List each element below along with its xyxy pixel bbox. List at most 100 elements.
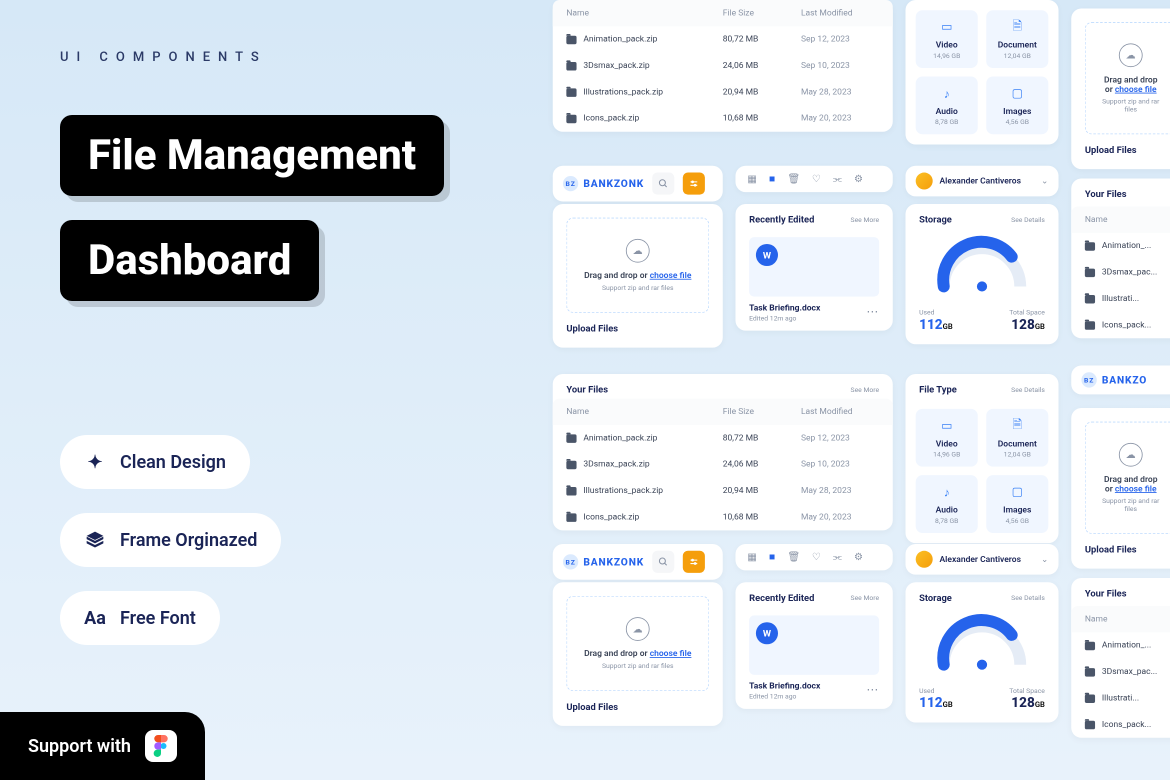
- total-label: Total Space: [1009, 309, 1045, 317]
- file-type-tile[interactable]: ▢Images4,56 GB: [986, 475, 1048, 533]
- choose-file-link[interactable]: choose file: [1115, 85, 1157, 94]
- table-row[interactable]: 3Dsmax_pac...: [1071, 659, 1170, 685]
- storage-gauge: [906, 607, 1059, 680]
- more-icon[interactable]: ⋯: [866, 305, 879, 319]
- share-icon[interactable]: ⫘: [833, 173, 842, 186]
- grid-icon[interactable]: ▦: [747, 551, 757, 564]
- table-row[interactable]: 3Dsmax_pack.zip24,06 MBSep 10, 2023: [553, 451, 893, 477]
- dropzone-text: Drag and drop or choose file: [1099, 76, 1162, 95]
- file-type-tile[interactable]: ▭Video14,96 GB: [916, 409, 978, 467]
- total-value: 128: [1011, 694, 1035, 710]
- dropzone-hint: Support zip and rar files: [1099, 497, 1162, 512]
- dropzone[interactable]: ☁ Drag and drop or choose file Support z…: [1085, 22, 1170, 134]
- file-type-tile[interactable]: ♪Audio8,78 GB: [916, 475, 978, 533]
- table-row[interactable]: Icons_pack.zip10,68 MBMay 20, 2023: [553, 105, 893, 131]
- support-badge: Support with: [0, 712, 205, 780]
- trash-icon[interactable]: 🗑: [787, 551, 800, 564]
- dropzone[interactable]: ☁ Drag and drop or choose file Support z…: [566, 596, 709, 691]
- folder-icon: [566, 114, 576, 123]
- table-row[interactable]: Icons_pack.zip10,68 MBMay 20, 2023: [553, 504, 893, 530]
- table-row[interactable]: 3Dsmax_pack.zip24,06 MBSep 10, 2023: [553, 53, 893, 79]
- choose-file-link[interactable]: choose file: [1115, 485, 1157, 494]
- see-details-link[interactable]: See Details: [1011, 386, 1045, 394]
- heart-icon[interactable]: ♡: [812, 551, 821, 564]
- folder-icon: [1085, 268, 1095, 277]
- title-line-2: Dashboard: [60, 220, 319, 301]
- table-row[interactable]: Animation_...: [1071, 233, 1170, 259]
- logo[interactable]: BZBANKZONK: [563, 176, 644, 191]
- folder-icon: [1085, 720, 1095, 729]
- card-title: Your Files: [1071, 179, 1170, 200]
- table-header: Name: [1071, 606, 1170, 632]
- dropzone[interactable]: ☁ Drag and drop or choose file Support z…: [566, 218, 709, 313]
- table-header: NameFile SizeLast Modified: [553, 0, 893, 26]
- tile-icon: 🗎: [1009, 417, 1026, 434]
- filter-button[interactable]: [683, 173, 705, 195]
- card-title: Your Files: [566, 384, 608, 395]
- see-more-link[interactable]: See More: [851, 594, 880, 602]
- tile-size: 14,96 GB: [924, 451, 969, 459]
- table-row[interactable]: Illustrati...: [1071, 286, 1170, 312]
- see-more-link[interactable]: See More: [851, 386, 880, 394]
- folder-icon: [1085, 321, 1095, 330]
- file-type-tile[interactable]: 🗎Document12,04 GB: [986, 10, 1048, 68]
- dropzone[interactable]: ☁ Drag and drop or choose file Support z…: [1085, 422, 1170, 534]
- folder-tool-icon[interactable]: ■: [769, 551, 775, 564]
- table-row[interactable]: Icons_pack...: [1071, 312, 1170, 338]
- tile-size: 12,04 GB: [995, 451, 1040, 459]
- table-row[interactable]: 3Dsmax_pac...: [1071, 259, 1170, 285]
- used-label: Used: [919, 687, 953, 695]
- folder-tool-icon[interactable]: ■: [769, 173, 775, 186]
- see-details-link[interactable]: See Details: [1011, 216, 1045, 224]
- table-row[interactable]: Animation_...: [1071, 632, 1170, 658]
- card-title: Storage: [919, 214, 952, 225]
- logo[interactable]: BZBANKZO: [1081, 372, 1170, 387]
- file-type-tile[interactable]: 🗎 Document 12,04 GB: [986, 409, 1048, 467]
- choose-file-link[interactable]: choose file: [650, 271, 692, 280]
- recently-edited-card: Recently EditedSee More W Task Briefing.…: [736, 582, 893, 709]
- table-row[interactable]: Illustrati...: [1071, 685, 1170, 711]
- choose-file-link[interactable]: choose file: [650, 649, 692, 658]
- trash-icon[interactable]: 🗑: [787, 173, 800, 186]
- user-menu[interactable]: Alexander Cantiveros ⌄: [906, 166, 1059, 197]
- support-label: Support with: [28, 736, 131, 757]
- filter-button[interactable]: [683, 551, 705, 573]
- logo[interactable]: BZBANKZONK: [563, 554, 644, 569]
- file-type-tile[interactable]: ♪Audio8,78 GB: [916, 77, 978, 135]
- storage-card: StorageSee Details Used112GB Total Space…: [906, 204, 1059, 344]
- recent-file-time: Edited 12m ago: [749, 693, 879, 701]
- table-row[interactable]: Illustrations_pack.zip20,94 MBMay 28, 20…: [553, 79, 893, 105]
- file-thumbnail: W: [749, 615, 879, 675]
- toolbar-card: ▦ ■ 🗑 ♡ ⫘ ⚙: [736, 166, 893, 192]
- file-type-tile[interactable]: ▭Video14,96 GB: [916, 10, 978, 68]
- folder-icon: [566, 62, 576, 71]
- search-button[interactable]: [653, 173, 675, 195]
- grid-icon[interactable]: ▦: [747, 173, 757, 186]
- tile-size: 12,04 GB: [995, 52, 1040, 60]
- file-type-tile[interactable]: ▢Images4,56 GB: [986, 77, 1048, 135]
- files-table-card: NameFile SizeLast ModifiedAnimation_pack…: [553, 0, 893, 132]
- search-button[interactable]: [653, 551, 675, 573]
- see-more-link[interactable]: See More: [851, 216, 880, 224]
- user-menu[interactable]: Alexander Cantiveros ⌄: [906, 544, 1059, 575]
- dropzone-hint: Support zip and rar files: [581, 662, 695, 670]
- tile-label: Document: [995, 439, 1040, 448]
- see-details-link[interactable]: See Details: [1011, 594, 1045, 602]
- file-type-card: ▭Video14,96 GB🗎Document12,04 GB♪Audio8,7…: [906, 0, 1059, 145]
- settings-icon[interactable]: ⚙: [854, 173, 863, 186]
- table-row[interactable]: Animation_pack.zip80,72 MBSep 12, 2023: [553, 26, 893, 52]
- table-row[interactable]: Animation_pack.zip80,72 MBSep 12, 2023: [553, 425, 893, 451]
- user-name-label: Alexander Cantiveros: [940, 176, 1021, 185]
- table-row[interactable]: Illustrations_pack.zip20,94 MBMay 28, 20…: [553, 478, 893, 504]
- card-title: Recently Edited: [749, 214, 814, 225]
- heart-icon[interactable]: ♡: [812, 173, 821, 186]
- settings-icon[interactable]: ⚙: [854, 551, 863, 564]
- card-title: Your Files: [1071, 578, 1170, 599]
- tile-icon: ▢: [1009, 484, 1026, 501]
- figma-icon: [145, 730, 177, 762]
- recently-edited-card: Recently EditedSee More W Task Briefing.…: [736, 204, 893, 331]
- avatar: [916, 173, 933, 190]
- more-icon[interactable]: ⋯: [866, 683, 879, 697]
- table-row[interactable]: Icons_pack...: [1071, 711, 1170, 737]
- share-icon[interactable]: ⫘: [833, 551, 842, 564]
